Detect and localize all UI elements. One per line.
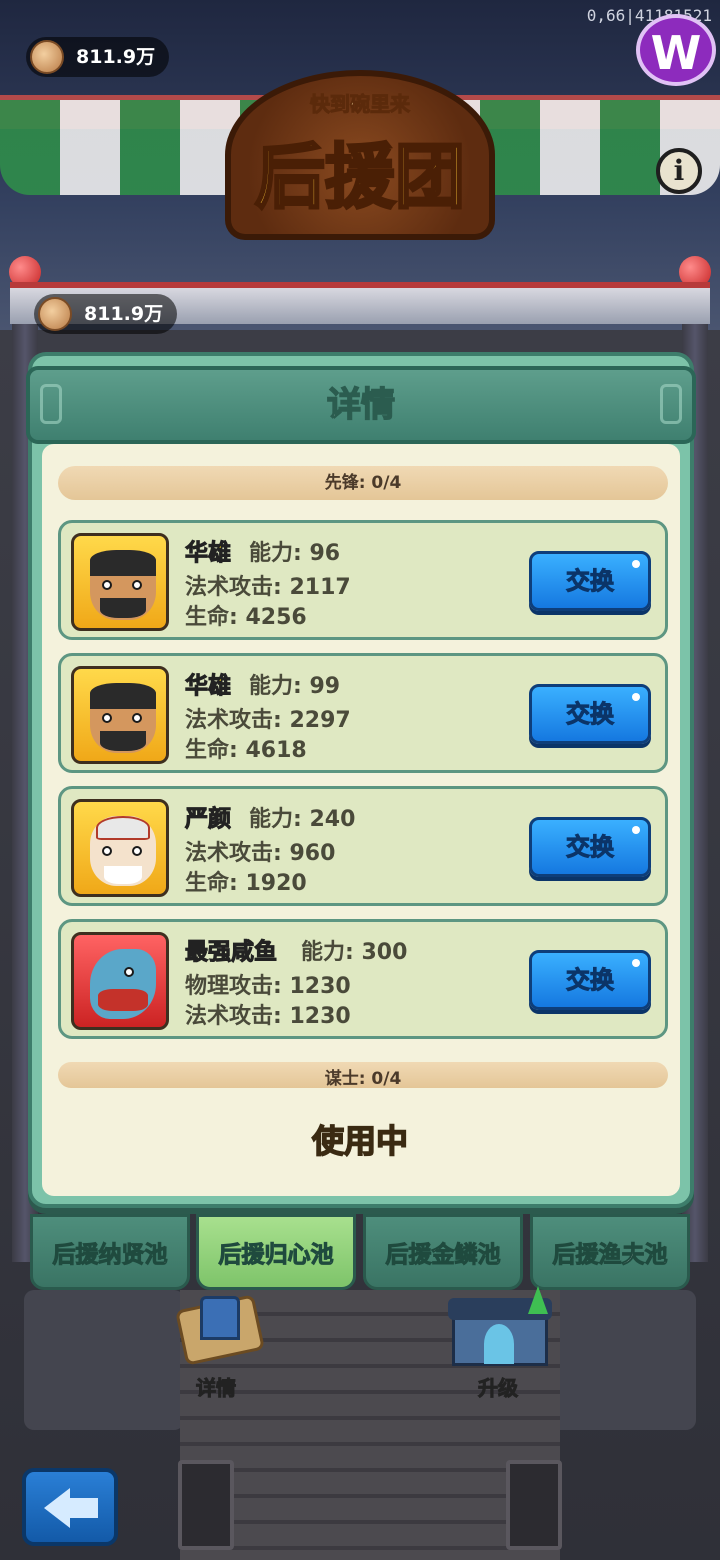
back-arrow-tail xyxy=(68,1498,98,1518)
details-label[interactable]: 详情 xyxy=(196,1372,237,1401)
hero-stat-2: 生命: 4256 xyxy=(185,605,307,630)
hero-stat-1: 物理攻击: 1230 xyxy=(185,974,351,999)
hero-stat-1: 法术攻击: 2297 xyxy=(185,708,351,733)
tab-pool-jinlin[interactable]: 后援金鳞池 xyxy=(363,1214,523,1290)
hero-card: 华雄 能力: 96 法术攻击: 2117 生命: 4256 交换 xyxy=(58,520,668,640)
hero-ability: 能力: 240 xyxy=(249,807,356,832)
coin-amount-second: 811.9万 xyxy=(84,303,164,325)
swap-button-label: 交换 xyxy=(566,567,615,596)
tab-pool-naxian[interactable]: 后援纳贤池 xyxy=(30,1214,190,1290)
shop-title: 后援团 xyxy=(254,135,467,220)
sparkle-icon xyxy=(632,826,640,834)
hero-stat-2: 生命: 4618 xyxy=(185,738,307,763)
floor-door-right xyxy=(506,1460,562,1550)
sparkle-icon xyxy=(632,959,640,967)
hero-stat-2: 生命: 1920 xyxy=(185,871,307,896)
swap-button[interactable]: 交换 xyxy=(529,950,651,1010)
details-dialog: 详情 先锋: 0/4 华雄 能力: 96 法术攻击: 2117 生命: 4256… xyxy=(26,352,696,1208)
details-scroll-icon[interactable] xyxy=(170,1292,270,1382)
back-arrow-icon xyxy=(44,1488,70,1528)
tab-pool-guixin[interactable]: 后援归心池 xyxy=(196,1214,356,1290)
in-use-status: 使用中 xyxy=(311,1121,409,1161)
hero-stat-1: 法术攻击: 960 xyxy=(185,841,336,866)
group-header-strategist: 谋士: 0/4 xyxy=(58,1062,668,1088)
back-button[interactable] xyxy=(22,1468,118,1546)
left-floor-panel xyxy=(24,1290,184,1430)
coin-counter-second: 811.9万 xyxy=(34,294,178,334)
swap-button[interactable]: 交换 xyxy=(529,551,651,611)
hero-card: 严颜 能力: 240 法术攻击: 960 生命: 1920 交换 xyxy=(58,786,668,906)
hero-face-icon xyxy=(90,550,156,620)
coin-amount-top: 811.9万 xyxy=(76,46,156,68)
swap-button-label: 交换 xyxy=(566,966,615,995)
swap-button-label: 交换 xyxy=(566,700,615,729)
dialog-header: 详情 xyxy=(26,366,696,444)
hero-name: 华雄 xyxy=(185,673,232,700)
hero-stat-2: 法术攻击: 1230 xyxy=(185,1004,351,1029)
hero-name: 严颜 xyxy=(185,806,232,833)
group-header-vanguard: 先锋: 0/4 xyxy=(58,466,668,500)
sparkle-icon xyxy=(632,693,640,701)
sparkle-icon xyxy=(632,560,640,568)
info-icon[interactable]: i xyxy=(656,148,702,194)
hero-name: 最强咸鱼 xyxy=(185,939,278,966)
hero-ability: 能力: 96 xyxy=(249,541,341,566)
hero-ability: 能力: 99 xyxy=(249,674,341,699)
hero-avatar xyxy=(71,533,169,631)
coin-icon xyxy=(30,40,64,74)
hero-name: 华雄 xyxy=(185,540,232,567)
hero-avatar xyxy=(71,666,169,764)
hero-ability: 能力: 300 xyxy=(301,940,408,965)
upgrade-building-icon[interactable] xyxy=(448,1286,552,1376)
swap-button[interactable]: 交换 xyxy=(529,684,651,744)
hero-stat-1: 法术攻击: 2117 xyxy=(185,575,351,600)
dialog-title: 详情 xyxy=(326,384,396,426)
hero-face-icon xyxy=(90,683,156,753)
tab-pool-yufu[interactable]: 后援渔夫池 xyxy=(530,1214,690,1290)
dialog-body[interactable]: 先锋: 0/4 华雄 能力: 96 法术攻击: 2117 生命: 4256 交换 xyxy=(42,444,680,1196)
hero-face-icon xyxy=(90,816,156,886)
hero-avatar xyxy=(71,799,169,897)
shop-subtitle: 快到碗里来 xyxy=(310,92,411,117)
upgrade-label[interactable]: 升级 xyxy=(478,1372,519,1401)
coin-counter-top: 811.9万 xyxy=(26,37,170,77)
swap-button[interactable]: 交换 xyxy=(529,817,651,877)
w-logo-icon[interactable]: W xyxy=(636,14,716,86)
hero-avatar xyxy=(71,932,169,1030)
floor-door-left xyxy=(178,1460,234,1550)
hero-card: 最强咸鱼 能力: 300 物理攻击: 1230 法术攻击: 1230 交换 xyxy=(58,919,668,1039)
right-floor-panel xyxy=(536,1290,696,1430)
swap-button-label: 交换 xyxy=(566,833,615,862)
hero-card: 华雄 能力: 99 法术攻击: 2297 生命: 4618 交换 xyxy=(58,653,668,773)
coin-icon xyxy=(38,297,72,331)
hero-face-icon xyxy=(90,949,156,1019)
